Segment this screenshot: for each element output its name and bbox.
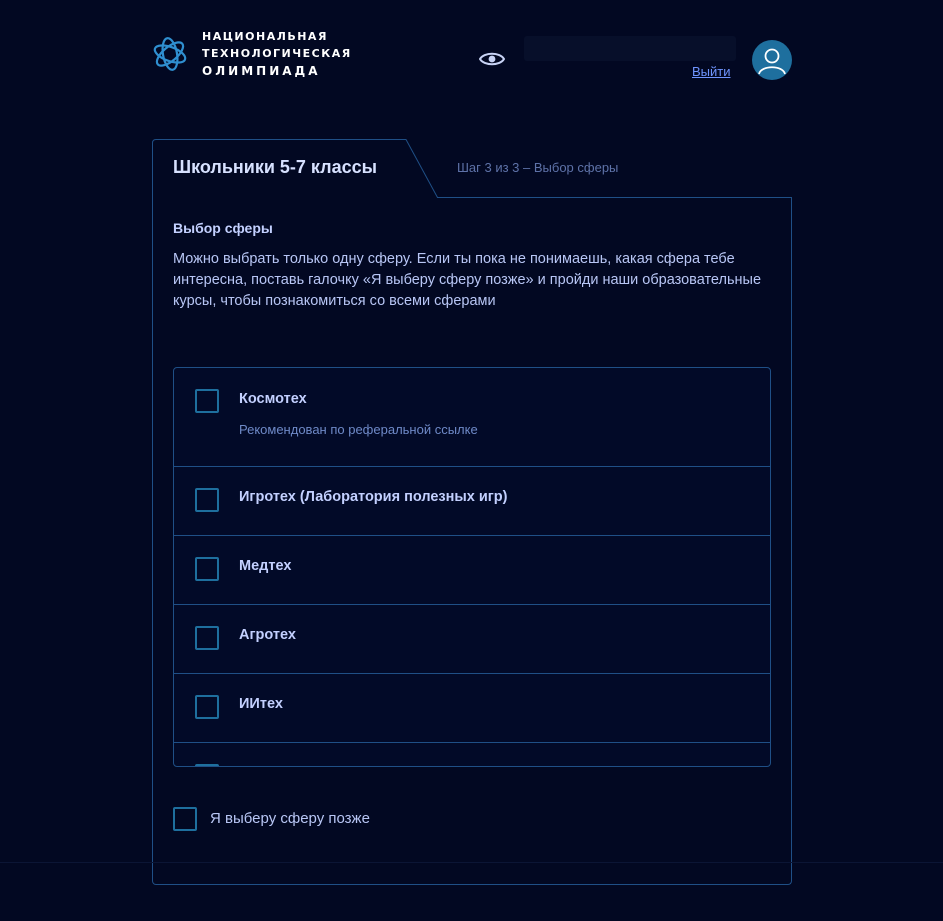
logo-mark-icon: [153, 37, 187, 71]
sphere-label: Игротех (Лаборатория полезных игр): [239, 489, 508, 505]
card-top-border: [437, 197, 792, 198]
logo-text: НАЦИОНАЛЬНАЯ ТЕХНОЛОГИЧЕСКАЯ ОЛИМПИАДА: [202, 31, 352, 77]
sphere-option-next-partial[interactable]: [174, 743, 770, 766]
section-title: Выбор сферы: [173, 220, 273, 236]
sphere-list[interactable]: Космотех Рекомендован по реферальной ссы…: [173, 367, 771, 767]
sphere-option-iitech[interactable]: ИИтех: [174, 674, 770, 743]
logo-line-1: НАЦИОНАЛЬНАЯ: [202, 30, 328, 43]
category-title: Школьники 5-7 классы: [173, 157, 378, 177]
sphere-label: Космотех: [239, 391, 307, 407]
footer-divider: [0, 862, 943, 863]
checkbox[interactable]: [195, 764, 219, 766]
checkbox[interactable]: [195, 389, 219, 413]
sphere-option-agrotech[interactable]: Агротех: [174, 605, 770, 674]
eye-icon[interactable]: [479, 51, 505, 67]
sphere-label: ИИтех: [239, 696, 283, 712]
sphere-option-medtech[interactable]: Медтех: [174, 536, 770, 605]
step-indicator: Шаг 3 из 3 – Выбор сферы: [457, 160, 619, 175]
checkbox[interactable]: [195, 488, 219, 512]
referral-note: Рекомендован по реферальной ссылке: [239, 422, 478, 437]
user-name-redacted: [524, 36, 736, 61]
logo-line-3: ОЛИМПИАДА: [202, 64, 321, 78]
checkbox[interactable]: [195, 695, 219, 719]
checkbox[interactable]: [195, 557, 219, 581]
section-description: Можно выбрать только одну сферу. Если ты…: [173, 251, 762, 309]
sphere-option-igrotech[interactable]: Игротех (Лаборатория полезных игр): [174, 467, 770, 536]
olympiad-logo[interactable]: НАЦИОНАЛЬНАЯ ТЕХНОЛОГИЧЕСКАЯ ОЛИМПИАДА: [152, 30, 352, 78]
user-avatar-icon: [758, 48, 786, 75]
sphere-label: Агротех: [239, 627, 296, 643]
choose-later-label[interactable]: Я выберу сферу позже: [210, 810, 370, 827]
logout-link[interactable]: Выйти: [692, 64, 731, 79]
logo-line-2: ТЕХНОЛОГИЧЕСКАЯ: [202, 47, 352, 60]
checkbox[interactable]: [195, 626, 219, 650]
choose-later-checkbox[interactable]: [173, 807, 197, 831]
sphere-label: Медтех: [239, 558, 292, 574]
user-avatar[interactable]: [752, 40, 792, 80]
sphere-option-kosmotech[interactable]: Космотех Рекомендован по реферальной ссы…: [174, 368, 770, 467]
